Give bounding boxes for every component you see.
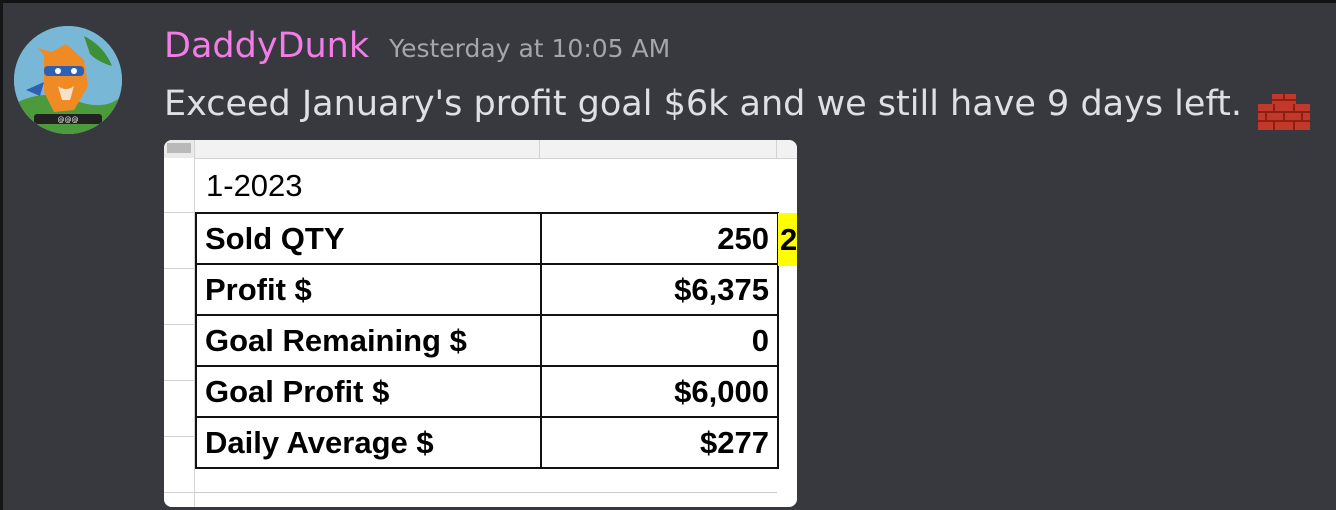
chat-background: @@@ DaddyDunk Yesterday at 10:05 AM Exce… (0, 0, 1336, 510)
row-value: 250 (540, 212, 779, 265)
highlighted-cell: 2 (778, 213, 797, 266)
row-label: Daily Average $ (195, 416, 542, 469)
table-row: Daily Average $ $277 (195, 416, 779, 469)
row-label: Goal Profit $ (195, 365, 542, 418)
spreadsheet-row-header (164, 140, 195, 507)
table-row: Goal Profit $ $6,000 (195, 365, 779, 418)
row-value: 0 (540, 314, 779, 367)
message-header: DaddyDunk Yesterday at 10:05 AM (164, 26, 670, 72)
row-label: Sold QTY (195, 212, 542, 265)
message-content: Exceed January's profit goal $6k and we … (164, 84, 1310, 130)
username[interactable]: DaddyDunk (164, 26, 369, 66)
svg-text:@@@: @@@ (58, 116, 79, 124)
spreadsheet-column-header (194, 140, 797, 159)
row-value: $6,375 (540, 263, 779, 316)
table-row: Goal Remaining $ 0 (195, 314, 779, 367)
fox-avatar-icon: @@@ (14, 26, 122, 134)
avatar[interactable]: @@@ (14, 26, 122, 134)
profit-table: Sold QTY 250 Profit $ $6,375 Goal Remain… (195, 212, 779, 469)
sheet-title: 1-2023 (206, 168, 303, 203)
brick-emoji-icon[interactable] (1258, 90, 1310, 130)
table-row: Sold QTY 250 (195, 212, 779, 265)
sheet-gridline (195, 492, 777, 493)
chat-message: @@@ DaddyDunk Yesterday at 10:05 AM Exce… (0, 0, 1336, 510)
image-attachment[interactable]: 1-2023 Sold QTY 250 Profit $ $6,375 Goal… (164, 140, 797, 507)
row-label: Goal Remaining $ (195, 314, 542, 367)
message-text: Exceed January's profit goal $6k and we … (164, 84, 1242, 124)
row-value: $6,000 (540, 365, 779, 418)
timestamp[interactable]: Yesterday at 10:05 AM (389, 34, 670, 63)
table-row: Profit $ $6,375 (195, 263, 779, 316)
row-label: Profit $ (195, 263, 542, 316)
spreadsheet-corner (164, 140, 194, 158)
row-value: $277 (540, 416, 779, 469)
